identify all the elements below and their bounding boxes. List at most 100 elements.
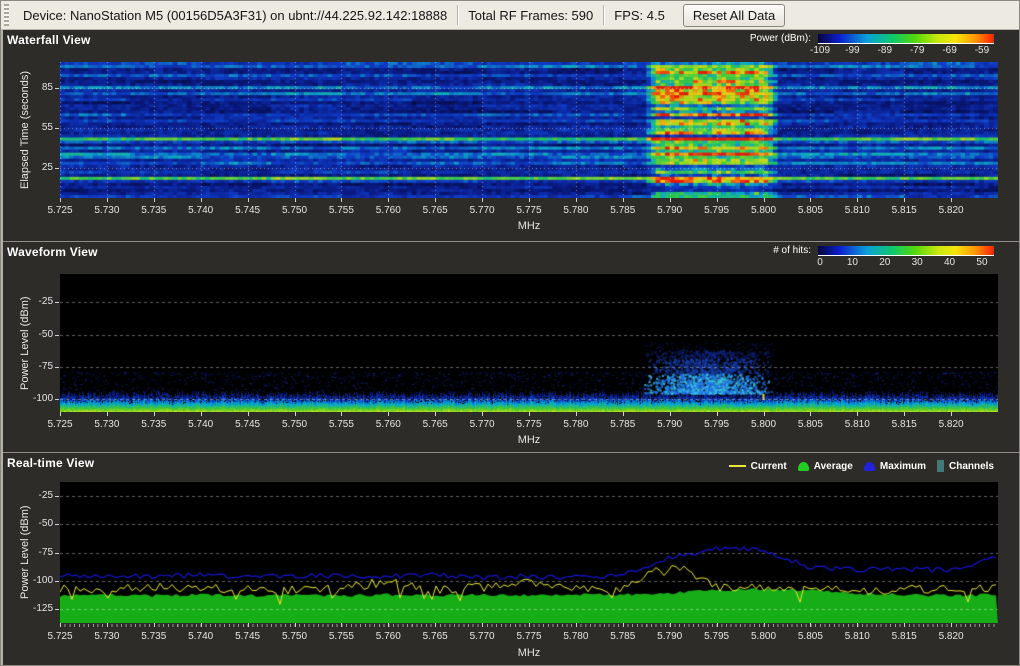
freq-tick-mark <box>764 412 765 416</box>
freq-tick-label: 5.785 <box>601 631 645 642</box>
freq-tick-mark <box>60 623 61 627</box>
freq-tick-mark <box>295 623 296 627</box>
y-tick-label: -25 <box>15 296 53 307</box>
colorbar-tick-label: 50 <box>970 257 994 268</box>
freq-tick-label: 5.780 <box>554 631 598 642</box>
power-colorbar-ticks: -109-99-89-79-69-59 <box>808 45 994 56</box>
waterfall-xaxis-unit: MHz <box>60 220 998 232</box>
y-tick-label: -25 <box>15 490 53 501</box>
freq-tick-label: 5.735 <box>132 419 176 430</box>
freq-tick-label: 5.725 <box>38 205 82 216</box>
freq-tick-mark <box>529 198 530 202</box>
freq-tick-label: 5.770 <box>460 631 504 642</box>
freq-tick-mark <box>951 198 952 202</box>
freq-tick-mark <box>482 412 483 416</box>
freq-tick-mark <box>154 623 155 627</box>
colorbar-tick-label: -89 <box>873 45 897 56</box>
freq-tick-mark <box>388 412 389 416</box>
y-tick-label: -100 <box>15 393 53 404</box>
freq-tick-mark <box>201 198 202 202</box>
total-rf-frames: Total RF Frames: 590 <box>458 8 603 23</box>
y-tick-label: -50 <box>15 518 53 529</box>
reset-all-data-button[interactable]: Reset All Data <box>683 4 785 27</box>
freq-tick-label: 5.745 <box>226 205 270 216</box>
freq-tick-label: 5.730 <box>85 631 129 642</box>
freq-tick-mark <box>623 412 624 416</box>
freq-tick-mark <box>623 198 624 202</box>
freq-tick-label: 5.800 <box>742 631 786 642</box>
y-tick-mark <box>55 496 59 497</box>
freq-tick-mark <box>388 198 389 202</box>
average-swatch-icon <box>798 462 809 471</box>
freq-tick-mark <box>717 198 718 202</box>
power-colorbar: Power (dBm): -109-99-89-79-69-59 <box>750 33 994 56</box>
freq-tick-label: 5.755 <box>319 419 363 430</box>
freq-tick-label: 5.770 <box>460 419 504 430</box>
y-tick-label: -125 <box>15 603 53 614</box>
freq-tick-label: 5.745 <box>226 419 270 430</box>
freq-tick-mark <box>951 412 952 416</box>
freq-tick-mark <box>576 198 577 202</box>
freq-tick-label: 5.820 <box>929 205 973 216</box>
maximum-swatch-icon <box>864 462 875 471</box>
freq-tick-mark <box>435 623 436 627</box>
realtime-xaxis-unit: MHz <box>60 647 998 659</box>
freq-tick-mark <box>857 623 858 627</box>
realtime-legend: CurrentAverageMaximumChannels <box>729 460 994 472</box>
freq-tick-label: 5.805 <box>788 631 832 642</box>
freq-tick-label: 5.815 <box>882 419 926 430</box>
legend-item-channels: Channels <box>937 460 994 472</box>
freq-tick-mark <box>576 623 577 627</box>
freq-tick-label: 5.790 <box>648 631 692 642</box>
y-tick-label: 85 <box>15 82 53 93</box>
freq-tick-mark <box>107 412 108 416</box>
main-content: Waterfall View Power (dBm): -109-99-89-7… <box>3 30 1019 665</box>
freq-tick-mark <box>341 198 342 202</box>
freq-tick-label: 5.760 <box>366 419 410 430</box>
freq-tick-label: 5.725 <box>38 631 82 642</box>
waterfall-panel: Waterfall View Power (dBm): -109-99-89-7… <box>3 30 1019 241</box>
freq-tick-label: 5.740 <box>179 205 223 216</box>
freq-tick-mark <box>482 198 483 202</box>
freq-tick-label: 5.795 <box>695 205 739 216</box>
freq-tick-label: 5.775 <box>507 419 551 430</box>
legend-label: Current <box>751 461 787 472</box>
waveform-plot <box>60 274 998 412</box>
freq-tick-label: 5.745 <box>226 631 270 642</box>
colorbar-tick-label: -99 <box>840 45 864 56</box>
hits-colorbar-ticks: 01020304050 <box>808 257 994 268</box>
freq-tick-mark <box>857 412 858 416</box>
y-tick-mark <box>55 88 59 89</box>
freq-tick-mark <box>60 198 61 202</box>
freq-tick-label: 5.785 <box>601 419 645 430</box>
y-tick-mark <box>55 524 59 525</box>
freq-tick-label: 5.805 <box>788 419 832 430</box>
y-tick-mark <box>55 581 59 582</box>
freq-tick-mark <box>670 198 671 202</box>
freq-tick-mark <box>107 623 108 627</box>
y-tick-label: -75 <box>15 361 53 372</box>
toolbar-grip-handle[interactable] <box>4 4 9 26</box>
y-tick-mark <box>55 367 59 368</box>
y-tick-mark <box>55 168 59 169</box>
freq-tick-label: 5.765 <box>413 419 457 430</box>
realtime-panel-title: Real-time View <box>7 456 94 470</box>
freq-tick-label: 5.795 <box>695 419 739 430</box>
realtime-panel: Real-time View CurrentAverageMaximumChan… <box>3 452 1019 665</box>
freq-tick-label: 5.795 <box>695 631 739 642</box>
freq-tick-label: 5.790 <box>648 205 692 216</box>
airview-window: Device: NanoStation M5 (00156D5A3F31) on… <box>0 0 1020 666</box>
freq-tick-label: 5.785 <box>601 205 645 216</box>
freq-tick-mark <box>904 412 905 416</box>
freq-tick-mark <box>717 412 718 416</box>
freq-tick-mark <box>904 198 905 202</box>
y-tick-mark <box>55 128 59 129</box>
realtime-spectrum-canvas <box>60 482 998 623</box>
freq-tick-mark <box>154 198 155 202</box>
freq-tick-mark <box>670 412 671 416</box>
colorbar-tick-label: 10 <box>840 257 864 268</box>
freq-tick-mark <box>435 198 436 202</box>
freq-tick-mark <box>951 623 952 627</box>
freq-tick-label: 5.800 <box>742 205 786 216</box>
freq-tick-label: 5.765 <box>413 631 457 642</box>
